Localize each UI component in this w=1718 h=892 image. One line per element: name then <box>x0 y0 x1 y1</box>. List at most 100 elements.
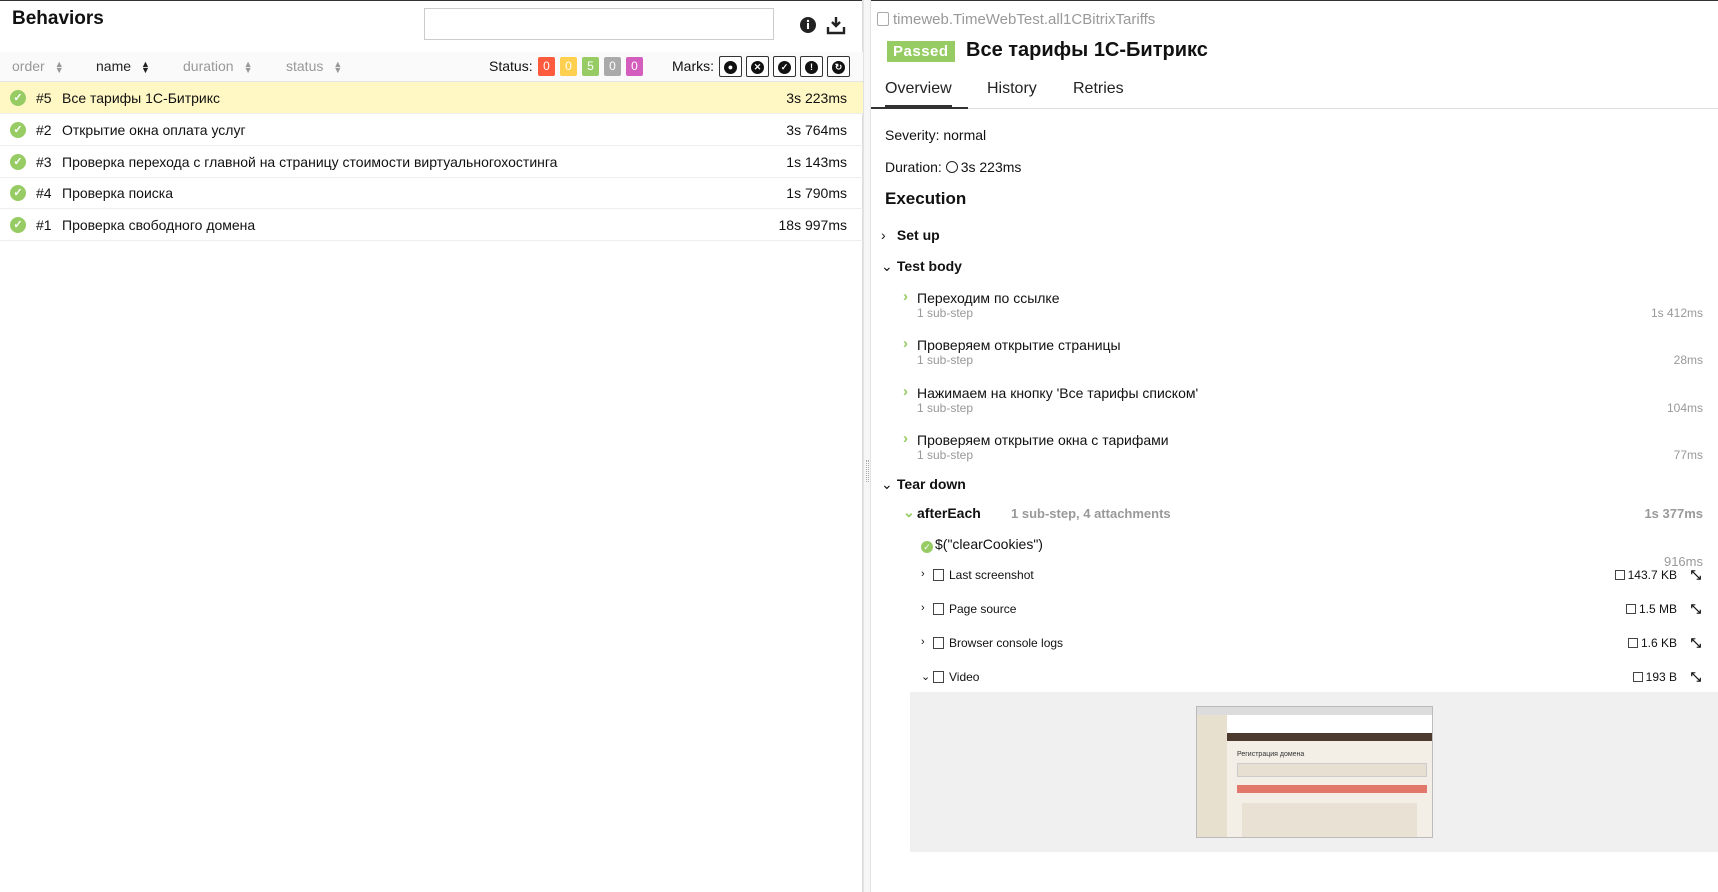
expand-icon[interactable]: ⤡ <box>1691 635 1701 651</box>
marks-filter-label: Marks: <box>672 58 714 74</box>
tab-retries[interactable]: Retries <box>1073 80 1124 98</box>
passed-count-toggle[interactable]: 5 <box>582 57 599 76</box>
step-item[interactable]: › Переходим по ссылке 1 sub-step 1s 412m… <box>903 288 1703 332</box>
row-duration: 18s 997ms <box>778 217 847 233</box>
sort-order[interactable]: order ▲ ▼ <box>12 58 64 75</box>
row-order: #5 <box>36 90 52 106</box>
site-header <box>1227 715 1432 733</box>
new-broken-mark-button[interactable]: ! <box>800 56 823 77</box>
broken-count-toggle[interactable]: 0 <box>560 57 577 76</box>
expand-icon[interactable]: ⤡ <box>1691 669 1701 685</box>
new-failed-mark-button[interactable]: ✕ <box>746 56 769 77</box>
row-order: #2 <box>36 122 52 138</box>
test-row[interactable]: ✓ #2 Открытие окна оплата услуг 3s 764ms <box>0 114 863 146</box>
failed-count-toggle[interactable]: 0 <box>538 57 555 76</box>
tab-history[interactable]: History <box>987 80 1037 98</box>
status-badge: Passed <box>887 41 955 62</box>
attachment-size: 1.6 KB <box>1627 636 1677 650</box>
attachment-item[interactable]: › Page source 1.5 MB ⤡ <box>921 601 1701 621</box>
row-name: Проверка поиска <box>62 185 174 201</box>
row-name: Проверка перехода с главной на страницу … <box>62 154 558 170</box>
row-order: #4 <box>36 185 52 201</box>
row-name: Открытие окна оплата услуг <box>62 122 246 138</box>
flaky-mark-button[interactable]: ● <box>719 56 742 77</box>
site-nav <box>1227 733 1432 741</box>
thumb-form <box>1237 763 1427 777</box>
chevron-right-icon: › <box>903 288 908 305</box>
severity-row: Severity: normal <box>885 127 986 143</box>
tab-overview[interactable]: Overview <box>885 80 952 107</box>
after-each-info: 1 sub-step, 4 attachments <box>1011 506 1171 521</box>
expand-icon[interactable]: ⤡ <box>1691 601 1701 617</box>
new-passed-mark-button[interactable]: ✓ <box>773 56 796 77</box>
video-preview-area: Регистрация домена <box>910 692 1718 852</box>
test-uid[interactable]: timeweb.TimeWebTest.all1CBitrixTariffs <box>877 11 1155 28</box>
teardown-section[interactable]: ⌄ Tear down <box>881 476 966 493</box>
test-row[interactable]: ✓ #3 Проверка перехода с главной на стра… <box>0 146 863 178</box>
step-name: Проверяем открытие страницы <box>917 337 1121 353</box>
sort-bar: order ▲ ▼ name ▲ ▼ duration ▲ ▼ status ▲ ▼ Statu… <box>0 52 863 82</box>
step-time: 1s 412ms <box>1650 306 1703 320</box>
row-order: #3 <box>36 154 52 170</box>
row-duration: 3s 223ms <box>786 90 847 106</box>
pane-title: Behaviors <box>12 8 104 29</box>
pane-splitter[interactable] <box>863 0 871 892</box>
attachment-label: Video <box>949 670 980 684</box>
step-item[interactable]: › Проверяем открытие окна с тарифами 1 s… <box>903 430 1703 474</box>
copy-icon[interactable] <box>877 12 889 26</box>
chevron-right-icon: › <box>903 430 908 447</box>
clear-cookies-name: $("clearCookies") <box>935 536 1043 552</box>
retries-mark-button[interactable]: ↻ <box>827 56 850 77</box>
clear-cookies-step[interactable]: ✓ $("clearCookies") <box>921 536 1043 553</box>
thumb-grid <box>1242 803 1417 837</box>
setup-label: Set up <box>896 227 940 243</box>
row-duration: 1s 790ms <box>786 185 847 201</box>
chevron-right-icon: › <box>921 636 925 648</box>
attachment-item[interactable]: ⌄ Video 193 B ⤡ <box>921 669 1701 689</box>
test-body-section[interactable]: ⌄ Test body <box>881 258 962 275</box>
chevron-down-icon: ⌄ <box>881 258 893 274</box>
row-duration: 3s 764ms <box>786 122 847 138</box>
file-text-icon <box>933 637 944 649</box>
video-player[interactable]: Регистрация домена <box>1196 706 1433 838</box>
test-row[interactable]: ✓ #4 Проверка поиска 1s 790ms <box>0 177 863 209</box>
duration-value: 3s 223ms <box>960 159 1022 175</box>
row-order: #1 <box>36 217 52 233</box>
setup-section[interactable]: › Set up <box>881 227 940 243</box>
test-row[interactable]: ✓ #5 Все тарифы 1С-Битрикс 3s 223ms <box>0 82 863 114</box>
test-uid-text: timeweb.TimeWebTest.all1CBitrixTariffs <box>893 11 1156 28</box>
attachment-item[interactable]: › Last screenshot 143.7 KB ⤡ <box>921 567 1701 587</box>
splitter-grip[interactable] <box>866 460 869 482</box>
after-each-time: 1s 377ms <box>1644 506 1703 521</box>
browser-bar <box>1197 707 1432 715</box>
passed-check-icon: ✓ <box>10 217 26 233</box>
sort-status[interactable]: status ▲ ▼ <box>286 58 342 75</box>
passed-check-icon: ✓ <box>10 90 26 106</box>
sort-duration[interactable]: duration ▲ ▼ <box>183 58 253 75</box>
attachment-size: 1.5 MB <box>1625 602 1677 616</box>
step-substeps: 1 sub-step <box>917 353 974 367</box>
chevron-down-icon: ⌄ <box>903 504 915 520</box>
after-each-name: afterEach <box>917 505 981 521</box>
expand-icon[interactable]: ⤡ <box>1691 567 1701 583</box>
step-substeps: 1 sub-step <box>917 306 974 320</box>
duration-row: Duration: 3s 223ms <box>885 159 1021 175</box>
download-icon[interactable] <box>826 15 846 35</box>
duration-label: Duration: <box>885 159 942 175</box>
chevron-down-icon: ⌄ <box>921 671 931 683</box>
skipped-count-toggle[interactable]: 0 <box>604 57 621 76</box>
search-input[interactable] <box>424 8 774 40</box>
save-icon <box>1614 570 1625 580</box>
step-time: 77ms <box>1673 448 1703 462</box>
execution-heading: Execution <box>885 189 967 208</box>
test-row[interactable]: ✓ #1 Проверка свободного домена 18s 997m… <box>0 209 863 241</box>
sort-name[interactable]: name ▲ ▼ <box>96 58 150 75</box>
passed-check-icon: ✓ <box>10 122 26 138</box>
unknown-count-toggle[interactable]: 0 <box>626 57 643 76</box>
step-item[interactable]: › Нажимаем на кнопку 'Все тарифы списком… <box>903 383 1703 427</box>
info-icon[interactable] <box>798 15 818 35</box>
step-item[interactable]: › Проверяем открытие страницы 1 sub-step… <box>903 335 1703 379</box>
save-icon <box>1625 604 1636 614</box>
step-name: Нажимаем на кнопку 'Все тарифы списком' <box>917 385 1199 401</box>
attachment-item[interactable]: › Browser console logs 1.6 KB ⤡ <box>921 635 1701 655</box>
